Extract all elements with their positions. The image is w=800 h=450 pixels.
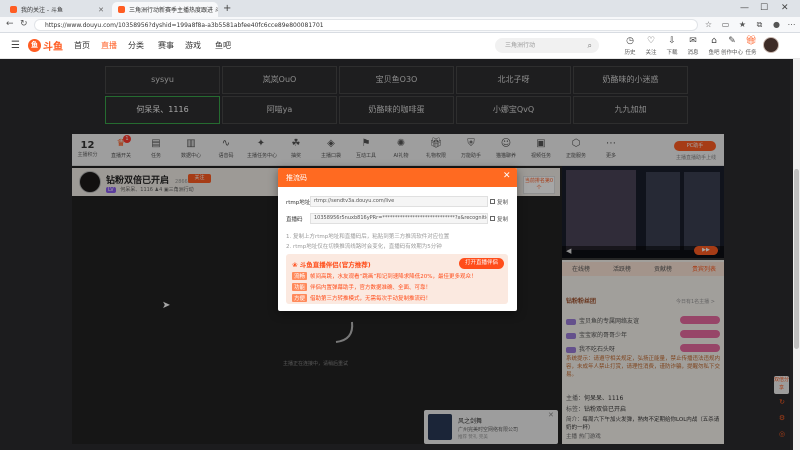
copy-rtmp-button[interactable]: 复制 bbox=[490, 198, 508, 206]
tip-line: 1. 复制上方rtmp地址和直播码后，粘贴到第三方推流软件对应位置 bbox=[286, 234, 450, 240]
rtmp-address-field[interactable]: rtmp://sendtv3a.douyu.com/live bbox=[310, 196, 488, 207]
new-tab-button[interactable]: + bbox=[223, 3, 231, 14]
douyu-favicon-icon bbox=[10, 6, 17, 13]
modal-header bbox=[278, 168, 517, 187]
tab-label: 三角洲行动新赛季主播热度跟进 斗鱼... bbox=[129, 7, 218, 14]
close-tab-icon[interactable]: ✕ bbox=[98, 6, 104, 14]
header-task[interactable]: 🎁︎ 任务 bbox=[741, 36, 761, 56]
back-icon[interactable]: ← bbox=[6, 19, 14, 29]
copy-icon bbox=[490, 199, 495, 204]
promo-line: 流畅 帧间高跳，水友观看“跳画”和记到速降求降低20%，最佳更多观众！ bbox=[292, 272, 477, 280]
nav-fishbar[interactable]: 鱼吧 bbox=[215, 40, 231, 51]
nav-home[interactable]: 首页 bbox=[74, 40, 90, 51]
modal-title: 推流码 bbox=[286, 174, 307, 182]
promo-line: 功能 伴侣内置弹幕助手，官方数据准确、全面、可靠！ bbox=[292, 283, 432, 291]
copy-key-button[interactable]: 复制 bbox=[490, 215, 508, 223]
modal-close-icon[interactable]: ✕ bbox=[503, 171, 511, 181]
tab-label: 我的关注 - 斗鱼 bbox=[21, 7, 63, 14]
copy-icon bbox=[490, 216, 495, 221]
header-follow[interactable]: ♡ 关注 bbox=[641, 36, 661, 56]
search-input[interactable]: 三角洲行动 ⌕ bbox=[495, 38, 599, 53]
douyu-logo[interactable]: 鱼 斗鱼 bbox=[28, 38, 63, 53]
tab-live-room[interactable]: 三角洲行动新赛季主播热度跟进 斗鱼... ✕ bbox=[112, 2, 218, 17]
douyu-favicon-icon bbox=[118, 6, 125, 13]
stream-key-label: 直播码 bbox=[286, 217, 303, 223]
minimize-button[interactable]: — bbox=[740, 3, 749, 13]
tip-line: 2. rtmp地址仅在切换推流线路时会变化，直播码有效期为5分钟 bbox=[286, 244, 442, 250]
header-download[interactable]: ⇩ 下载 bbox=[662, 36, 682, 56]
gift-icon: 🎁︎ bbox=[745, 36, 757, 46]
nav-events[interactable]: 赛事 bbox=[158, 40, 174, 51]
follow-icon: ♡ bbox=[646, 36, 656, 46]
nav-games[interactable]: 游戏 bbox=[185, 40, 201, 51]
menu-icon[interactable]: ☰ bbox=[11, 40, 20, 51]
header-history[interactable]: ◷ 历史 bbox=[620, 36, 640, 56]
open-companion-button[interactable]: 打开直播伴侣 bbox=[459, 258, 504, 269]
split-icon[interactable]: ▭ bbox=[720, 19, 731, 30]
nav-live[interactable]: 直播 bbox=[101, 40, 117, 51]
tab-my-follow[interactable]: 我的关注 - 斗鱼 ✕ bbox=[4, 2, 110, 17]
collections-icon[interactable]: ⧉ bbox=[754, 19, 765, 30]
close-window-button[interactable]: ✕ bbox=[781, 3, 789, 13]
favorites-icon[interactable]: ★ bbox=[737, 19, 748, 30]
scrollbar-thumb[interactable] bbox=[794, 169, 799, 349]
maximize-button[interactable]: ☐ bbox=[760, 3, 768, 13]
header-message[interactable]: ✉ 消息 bbox=[683, 36, 703, 56]
download-icon: ⇩ bbox=[668, 36, 676, 46]
fish-logo-icon: 鱼 bbox=[28, 39, 41, 52]
star-icon[interactable]: ☆ bbox=[703, 19, 714, 30]
stream-key-field[interactable]: 10358956r5nuxb816yPRr=******************… bbox=[310, 213, 488, 224]
rtmp-label: rtmp地址 bbox=[286, 200, 311, 206]
message-icon: ✉ bbox=[689, 36, 697, 46]
profile-icon[interactable]: ● bbox=[771, 19, 782, 30]
promo-title: ❀ 斗鱼直播伴侣(官方推荐) bbox=[292, 261, 371, 269]
more-icon[interactable]: ⋯ bbox=[786, 19, 797, 30]
history-icon: ◷ bbox=[626, 36, 634, 46]
page-scrollbar[interactable] bbox=[793, 59, 800, 450]
nav-category[interactable]: 分类 bbox=[128, 40, 144, 51]
companion-icon: ❀ bbox=[292, 261, 300, 269]
promo-line: 方便 借助第三方转推模式，无需每次手动复制推流码！ bbox=[292, 294, 432, 302]
search-icon[interactable]: ⌕ bbox=[588, 38, 592, 53]
url-bar[interactable]: https://www.douyu.com/10358956?dyshid=19… bbox=[34, 19, 698, 31]
user-avatar[interactable] bbox=[763, 37, 779, 53]
reload-icon[interactable]: ↻ bbox=[20, 19, 28, 29]
